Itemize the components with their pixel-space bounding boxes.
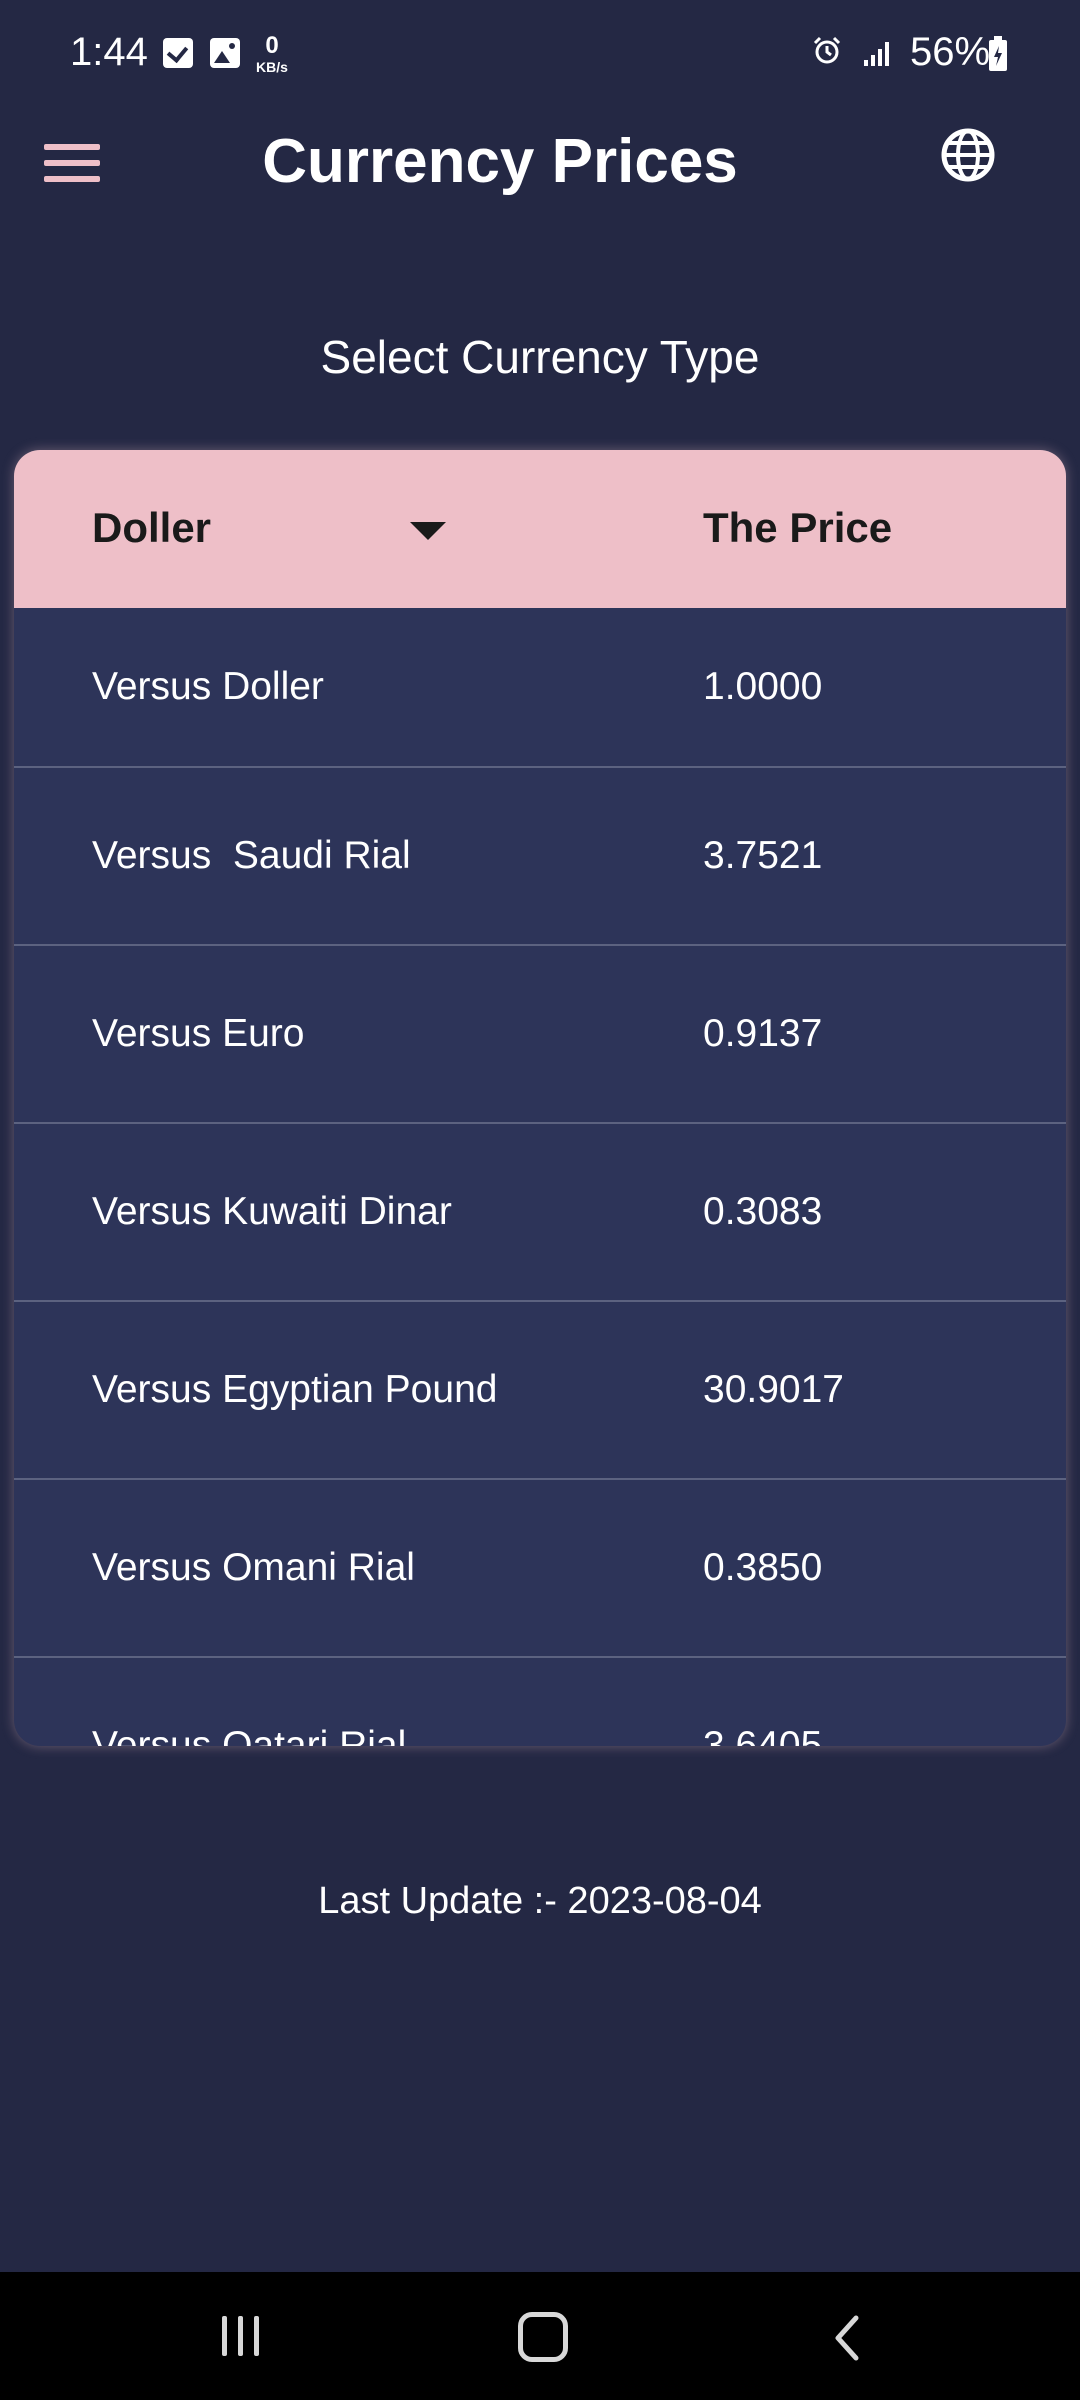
currency-dropdown[interactable]: Doller: [92, 504, 211, 552]
network-speed: 0 KB/s: [252, 32, 292, 75]
select-currency-label: Select Currency Type: [320, 331, 760, 383]
currency-name: Versus Euro: [92, 1012, 305, 1055]
currency-price: 3.7521: [703, 834, 823, 877]
network-speed-value: 0: [265, 32, 279, 59]
page-title: Currency Prices: [262, 127, 738, 196]
network-speed-unit: KB/s: [256, 59, 288, 75]
dropdown-arrow-icon[interactable]: [410, 522, 446, 540]
currency-price: 0.9137: [703, 1012, 823, 1055]
currency-price: 3.6405: [703, 1724, 823, 1746]
currency-name: Versus Qatari Rial: [92, 1724, 407, 1746]
currency-name: Versus Omani Rial: [92, 1546, 415, 1589]
image-icon: [210, 38, 240, 68]
globe-icon[interactable]: [940, 127, 996, 183]
home-icon[interactable]: [518, 2312, 568, 2362]
status-time: 1:44: [70, 30, 148, 74]
alarm-icon: [813, 36, 841, 64]
table-row: Versus Saudi Rial 3.7521: [14, 768, 1066, 946]
price-column-header: The Price: [703, 504, 893, 551]
battery-icon: [989, 36, 1007, 71]
table-row: Versus Qatari Rial 3.6405: [14, 1658, 1066, 1746]
table-row: Versus Euro 0.9137: [14, 946, 1066, 1124]
currency-price: 1.0000: [703, 665, 823, 708]
navigation-bar: [0, 2272, 1080, 2400]
back-icon[interactable]: [828, 2314, 868, 2362]
table-header: Doller The Price: [14, 450, 1066, 608]
table-row: Versus Omani Rial 0.3850: [14, 1480, 1066, 1658]
currency-table: Doller The Price Versus Doller 1.0000 Ve…: [14, 450, 1066, 1746]
signal-icon: [864, 42, 889, 66]
currency-name: Versus Kuwaiti Dinar: [92, 1190, 452, 1233]
recent-apps-icon[interactable]: [218, 2314, 264, 2360]
currency-name: Versus Egyptian Pound: [92, 1368, 498, 1411]
currency-name: Versus Saudi Rial: [92, 834, 411, 877]
status-bar: 1:44 0 KB/s 56%: [0, 0, 1080, 110]
table-row: Versus Kuwaiti Dinar 0.3083: [14, 1124, 1066, 1302]
currency-price: 0.3850: [703, 1546, 823, 1589]
currency-name: Versus Doller: [92, 665, 324, 708]
table-row: Versus Doller 1.0000: [14, 608, 1066, 768]
last-update-text: Last Update :- 2023-08-04: [318, 1880, 762, 1922]
currency-price: 0.3083: [703, 1190, 823, 1233]
currency-price: 30.9017: [703, 1368, 844, 1411]
check-icon: [163, 38, 193, 68]
table-row: Versus Egyptian Pound 30.9017: [14, 1302, 1066, 1480]
battery-percent: 56%: [910, 30, 991, 74]
table-rows[interactable]: Versus Doller 1.0000 Versus Saudi Rial 3…: [14, 608, 1066, 1746]
